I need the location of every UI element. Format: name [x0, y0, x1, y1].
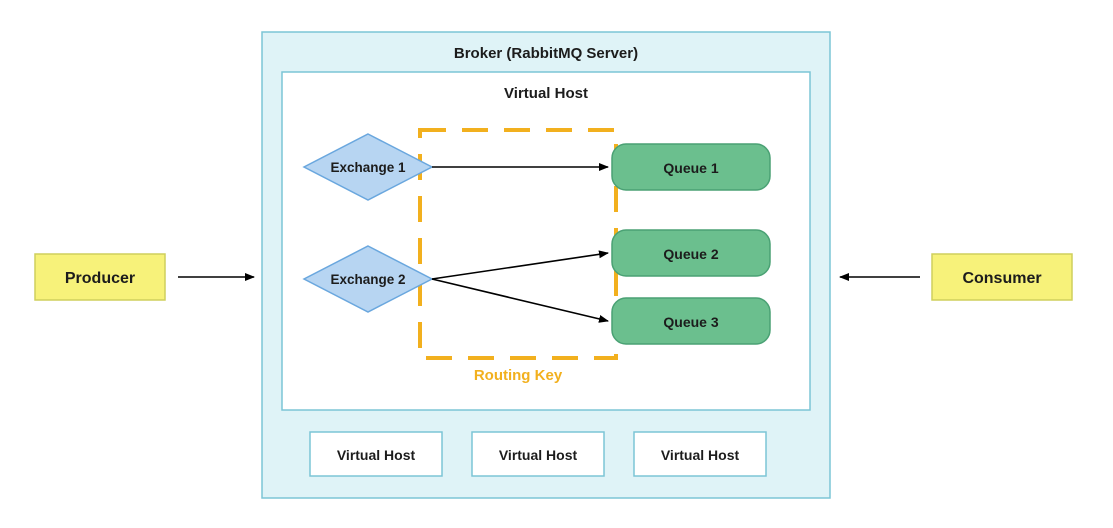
- queue-2: Queue 2: [612, 230, 770, 276]
- virtual-host-small-1-label: Virtual Host: [337, 447, 416, 463]
- broker-title: Broker (RabbitMQ Server): [454, 45, 638, 62]
- virtual-host-main-label: Virtual Host: [504, 85, 588, 102]
- virtual-host-small-1: Virtual Host: [310, 432, 442, 476]
- queue-1: Queue 1: [612, 144, 770, 190]
- queue-2-label: Queue 2: [663, 246, 718, 262]
- exchange-1-label: Exchange 1: [330, 160, 406, 175]
- virtual-host-small-2-label: Virtual Host: [499, 447, 578, 463]
- producer-box: Producer: [35, 254, 165, 300]
- producer-label: Producer: [65, 270, 135, 287]
- diagram-canvas: Broker (RabbitMQ Server) Virtual Host Ro…: [0, 0, 1113, 528]
- routing-key-label: Routing Key: [474, 367, 563, 384]
- virtual-host-small-3-label: Virtual Host: [661, 447, 740, 463]
- exchange-2-label: Exchange 2: [330, 272, 405, 287]
- virtual-host-small-3: Virtual Host: [634, 432, 766, 476]
- consumer-label: Consumer: [962, 270, 1041, 287]
- queue-3: Queue 3: [612, 298, 770, 344]
- queue-1-label: Queue 1: [663, 160, 718, 176]
- virtual-host-small-2: Virtual Host: [472, 432, 604, 476]
- queue-3-label: Queue 3: [663, 314, 718, 330]
- consumer-box: Consumer: [932, 254, 1072, 300]
